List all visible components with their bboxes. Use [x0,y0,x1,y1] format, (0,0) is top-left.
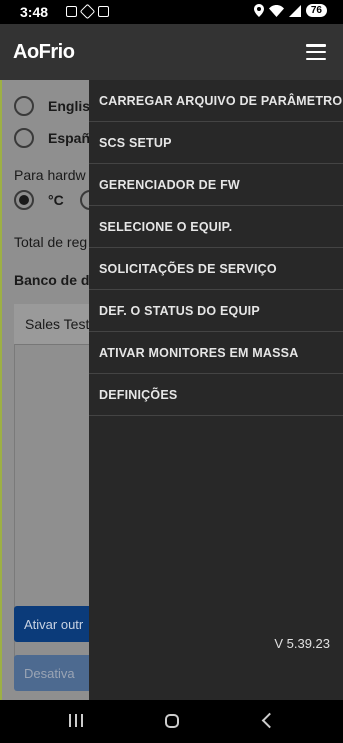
status-time: 3:48 [20,4,49,20]
menu-item-set-equipment-status[interactable]: DEF. O STATUS DO EQUIP [89,290,343,332]
hamburger-menu-icon[interactable] [306,44,326,60]
wifi-icon [268,4,284,17]
menu-item-fw-manager[interactable]: GERENCIADOR DE FW [89,164,343,206]
celsius-label: °C [48,192,64,208]
location-icon [253,4,264,17]
menu-item-settings[interactable]: DEFINIÇÕES [89,374,343,416]
menu-item-load-parameter-file[interactable]: CARREGAR ARQUIVO DE PARÂMETRO [89,80,343,122]
recents-icon[interactable] [69,714,83,727]
battery-icon: 76 [305,4,327,17]
radio-celsius[interactable] [14,190,34,210]
deactivate-button[interactable]: Desativa [14,655,94,691]
app-version: V 5.39.23 [274,636,330,651]
language-english-label: Englis [48,98,91,114]
radio-english[interactable] [14,96,34,116]
notification-icons [66,3,109,20]
back-icon[interactable] [261,712,278,729]
calendar-icon [98,6,109,17]
menu-item-scs-setup[interactable]: SCS SETUP [89,122,343,164]
system-nav-bar [0,700,343,743]
app-logo: AoFrio [13,41,75,63]
database-field[interactable]: Sales Test [14,304,94,345]
home-icon[interactable] [165,714,179,728]
signal-icon [288,4,301,17]
navigation-drawer: CARREGAR ARQUIVO DE PARÂMETRO SCS SETUP … [89,80,343,700]
menu-item-select-equipment[interactable]: SELECIONE O EQUIP. [89,206,343,248]
activate-button[interactable]: Ativar outr [14,606,94,642]
database-field-value: Sales Test [25,316,90,332]
system-icons: 76 [253,4,327,17]
status-bar: 3:48 76 [0,0,343,24]
screenshot-icon [66,6,77,17]
total-records-label: Total de reg [14,234,88,250]
vpn-icon [79,3,96,20]
database-label: Banco de d [14,272,90,288]
hardware-label: Para hardw [14,167,86,183]
menu-item-service-requests[interactable]: SOLICITAÇÕES DE SERVIÇO [89,248,343,290]
language-spanish-label: Españ [48,130,91,146]
menu-item-mass-activate-monitors[interactable]: ATIVAR MONITORES EM MASSA [89,332,343,374]
app-header: AoFrio [0,24,343,80]
radio-spanish[interactable] [14,128,34,148]
